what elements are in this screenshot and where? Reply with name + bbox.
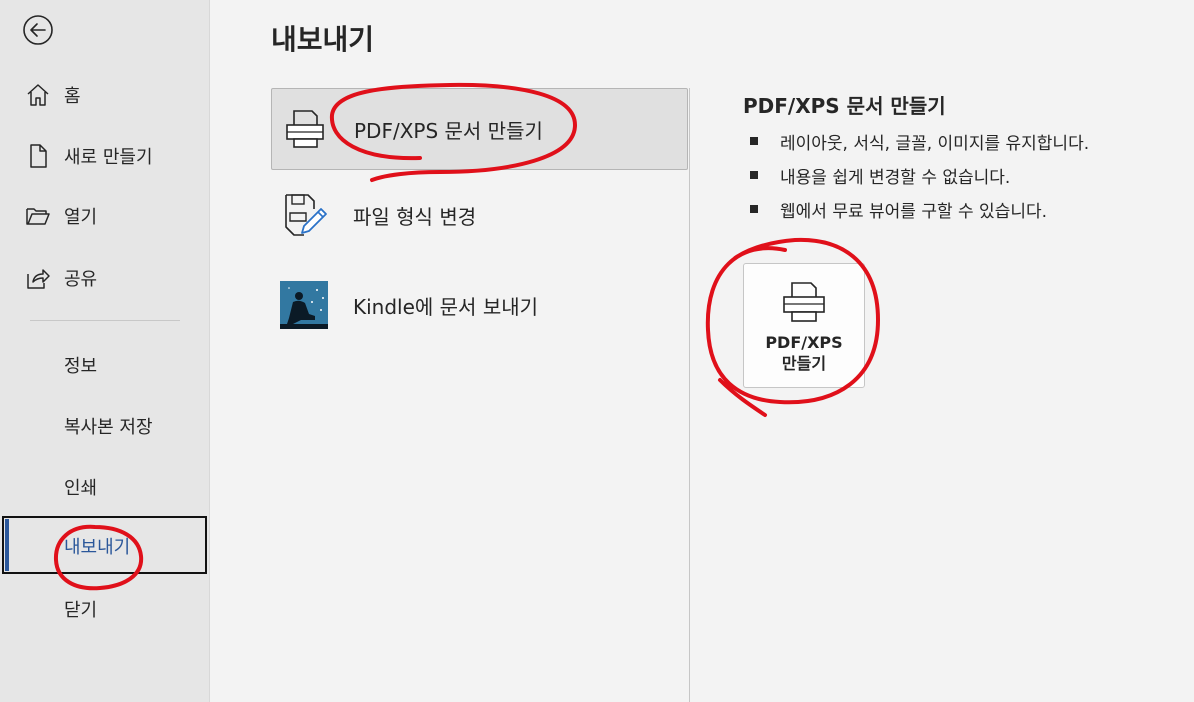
option-change-file-type-label: 파일 형식 변경 bbox=[353, 204, 477, 229]
option-change-file-type[interactable]: 파일 형식 변경 bbox=[271, 174, 688, 256]
sidebar: 홈 새로 만들기 열기 공유 정보 복사본 저장 인쇄 내보내기 닫기 bbox=[0, 0, 210, 702]
nav-export-label: 내보내기 bbox=[64, 537, 131, 558]
bullet-text: 레이아웃, 서식, 글꼴, 이미지를 유지합니다. bbox=[780, 133, 1090, 154]
bullet-text: 내용을 쉽게 변경할 수 없습니다. bbox=[780, 167, 1011, 188]
bullet-text: 웹에서 무료 뷰어를 구할 수 있습니다. bbox=[780, 201, 1048, 222]
active-indicator bbox=[5, 519, 9, 571]
pdf-xps-icon bbox=[781, 280, 827, 328]
nav-new-label: 새로 만들기 bbox=[64, 147, 153, 168]
nav-close[interactable]: 닫기 bbox=[64, 596, 97, 622]
create-pdf-xps-button-label: PDF/XPS 만들기 bbox=[744, 332, 864, 374]
nav-share[interactable]: 공유 bbox=[24, 260, 194, 296]
button-label-line1: PDF/XPS bbox=[765, 333, 843, 352]
detail-title: PDF/XPS 문서 만들기 bbox=[743, 94, 946, 118]
option-create-pdf-xps-label: PDF/XPS 문서 만들기 bbox=[354, 118, 543, 143]
nav-open[interactable]: 열기 bbox=[24, 198, 194, 234]
option-send-to-kindle[interactable]: Kindle에 문서 보내기 bbox=[271, 264, 688, 346]
home-icon bbox=[24, 81, 52, 109]
option-create-pdf-xps[interactable]: PDF/XPS 문서 만들기 bbox=[271, 88, 688, 170]
sidebar-divider bbox=[30, 320, 180, 321]
bullet-square-icon bbox=[750, 205, 758, 213]
nav-open-label: 열기 bbox=[64, 207, 98, 228]
bullet-item: 내용을 쉽게 변경할 수 없습니다. bbox=[750, 158, 1089, 192]
bullet-square-icon bbox=[750, 171, 758, 179]
nav-new[interactable]: 새로 만들기 bbox=[24, 138, 194, 174]
new-document-icon bbox=[24, 142, 52, 170]
open-folder-icon bbox=[24, 202, 52, 230]
bullet-square-icon bbox=[750, 137, 758, 145]
bullet-item: 레이아웃, 서식, 글꼴, 이미지를 유지합니다. bbox=[750, 124, 1089, 158]
back-arrow-icon bbox=[23, 15, 53, 45]
nav-share-label: 공유 bbox=[64, 269, 98, 290]
nav-save-copy[interactable]: 복사본 저장 bbox=[64, 413, 153, 439]
create-pdf-xps-button[interactable]: PDF/XPS 만들기 bbox=[743, 263, 865, 388]
nav-home-label: 홈 bbox=[64, 86, 81, 107]
nav-home[interactable]: 홈 bbox=[24, 77, 194, 113]
option-send-to-kindle-label: Kindle에 문서 보내기 bbox=[353, 294, 539, 319]
button-label-line2: 만들기 bbox=[781, 354, 827, 373]
page-title: 내보내기 bbox=[271, 23, 375, 56]
detail-bullets: 레이아웃, 서식, 글꼴, 이미지를 유지합니다. 내용을 쉽게 변경할 수 없… bbox=[750, 124, 1089, 226]
nav-info[interactable]: 정보 bbox=[64, 352, 97, 378]
back-button[interactable] bbox=[22, 14, 54, 46]
panel-divider bbox=[689, 88, 690, 702]
change-file-type-icon bbox=[275, 191, 333, 239]
bullet-item: 웹에서 무료 뷰어를 구할 수 있습니다. bbox=[750, 192, 1089, 226]
kindle-icon bbox=[275, 280, 333, 330]
pdf-xps-icon bbox=[276, 107, 334, 151]
nav-print[interactable]: 인쇄 bbox=[64, 474, 97, 500]
share-icon bbox=[24, 264, 52, 292]
